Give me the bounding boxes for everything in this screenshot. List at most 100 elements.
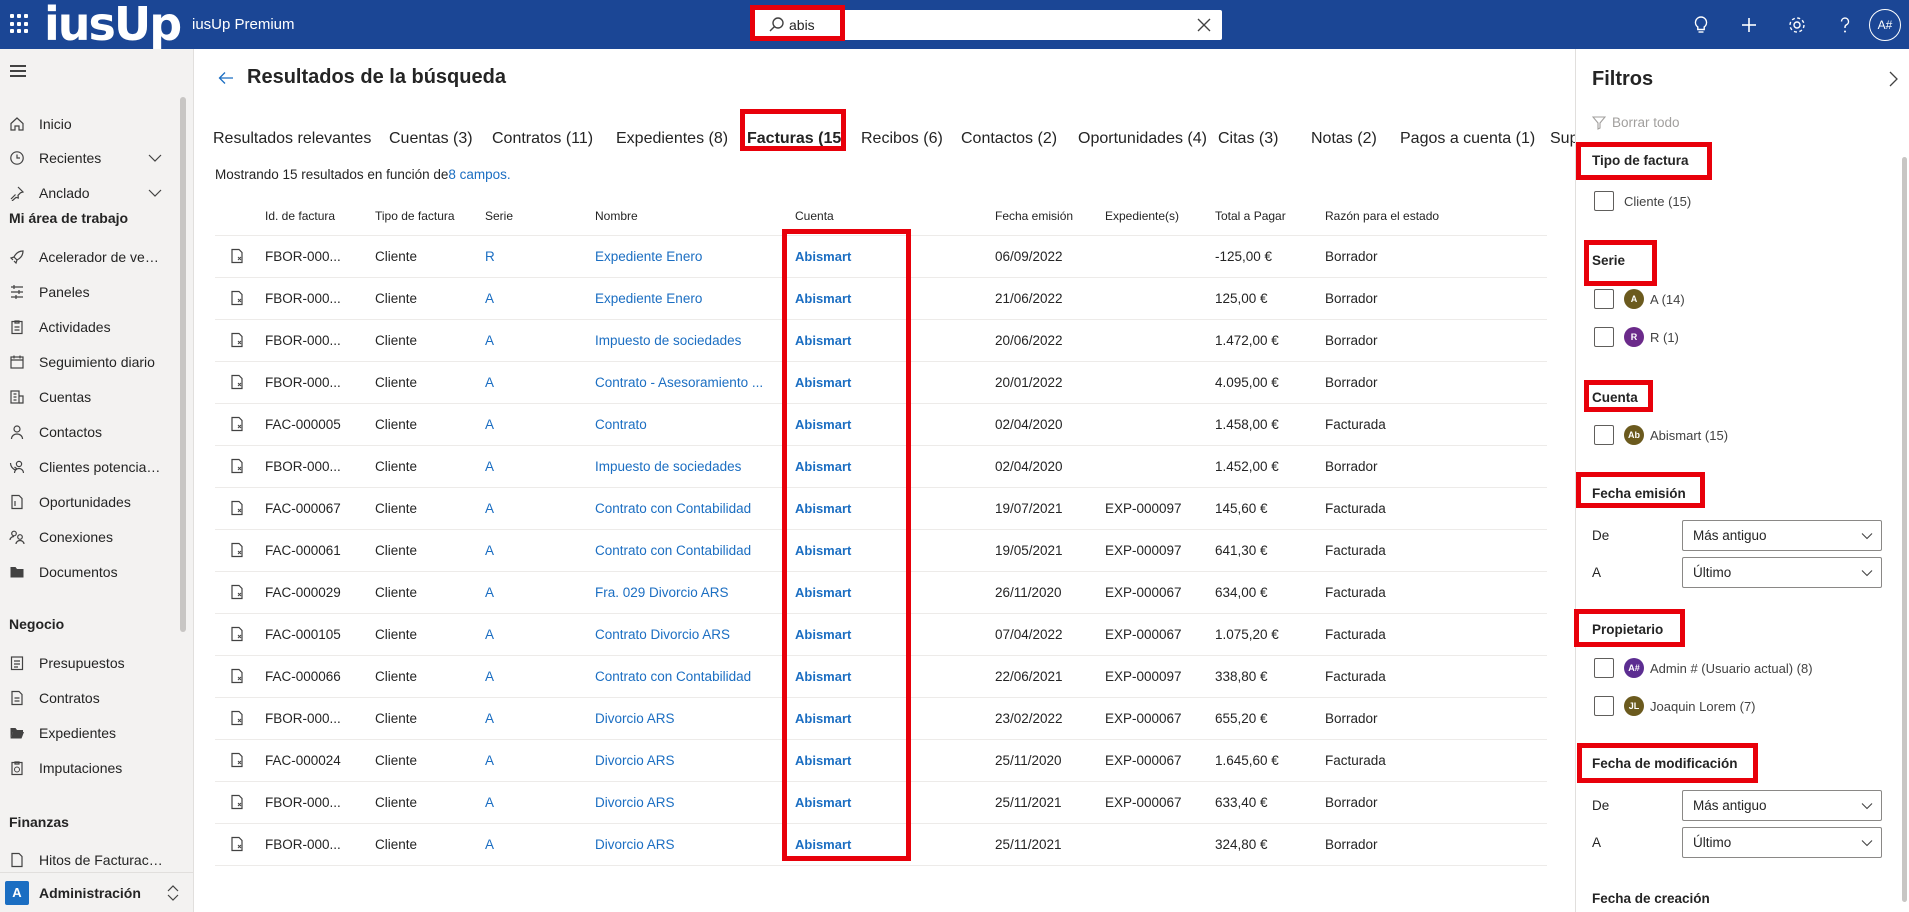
cell-nombre[interactable]: Contrato Divorcio ARS bbox=[595, 613, 795, 656]
help-icon[interactable] bbox=[1821, 0, 1869, 49]
cell-nombre[interactable]: Impuesto de sociedades bbox=[595, 319, 795, 362]
cell-cuenta[interactable]: Abismart bbox=[795, 361, 995, 404]
nav-item-cuentas[interactable]: Cuentas bbox=[0, 382, 180, 412]
cell-serie[interactable]: R bbox=[485, 235, 595, 278]
chevron-down-icon[interactable] bbox=[148, 186, 162, 200]
column-header[interactable]: Id. de factura bbox=[265, 197, 375, 236]
nav-item-expedientes[interactable]: Expedientes bbox=[0, 718, 180, 748]
cell-cuenta[interactable]: Abismart bbox=[795, 739, 995, 782]
cell-serie[interactable]: A bbox=[485, 571, 595, 614]
app-name[interactable]: iusUp Premium bbox=[192, 16, 295, 33]
checkbox[interactable] bbox=[1594, 327, 1614, 347]
area-switcher[interactable]: A Administración bbox=[0, 872, 194, 912]
cell-serie[interactable]: A bbox=[485, 823, 595, 866]
column-header[interactable]: Fecha emisión bbox=[995, 197, 1105, 236]
table-row[interactable]: FBOR-000... Cliente A Impuesto de sociedade… bbox=[215, 319, 1547, 362]
global-search-input[interactable]: abis bbox=[752, 10, 1222, 40]
cell-cuenta[interactable]: Abismart bbox=[795, 529, 995, 572]
fecha-emision-to-select[interactable]: Último bbox=[1682, 557, 1882, 588]
chevron-down-icon[interactable] bbox=[148, 151, 162, 165]
cell-nombre[interactable]: Fra. 029 Divorcio ARS bbox=[595, 571, 795, 614]
table-row[interactable]: FAC-000066 Cliente A Contrato con Contabili… bbox=[215, 655, 1547, 698]
chevron-right-icon[interactable] bbox=[1887, 69, 1901, 89]
cell-serie[interactable]: A bbox=[485, 739, 595, 782]
table-row[interactable]: FBOR-000... Cliente A Contrato - Asesoramie… bbox=[215, 361, 1547, 404]
cell-cuenta[interactable]: Abismart bbox=[795, 655, 995, 698]
nav-item-contratos[interactable]: Contratos bbox=[0, 683, 180, 713]
cell-serie[interactable]: A bbox=[485, 445, 595, 488]
tab-resultados-relevantes[interactable]: Resultados relevantes bbox=[213, 121, 371, 157]
checkbox[interactable] bbox=[1594, 289, 1614, 309]
tab-recibos[interactable]: Recibos (6) bbox=[861, 121, 943, 157]
column-header[interactable]: Nombre bbox=[595, 197, 795, 236]
nav-item-imputaciones[interactable]: Imputaciones bbox=[0, 753, 180, 783]
column-header[interactable]: Total a Pagar bbox=[1215, 197, 1325, 236]
cell-cuenta[interactable]: Abismart bbox=[795, 823, 995, 866]
cell-nombre[interactable]: Impuesto de sociedades bbox=[595, 445, 795, 488]
table-row[interactable]: FBOR-000... Cliente A Impuesto de sociedade… bbox=[215, 445, 1547, 488]
cell-cuenta[interactable]: Abismart bbox=[795, 781, 995, 824]
gear-icon[interactable] bbox=[1773, 0, 1821, 49]
filter-option-admin[interactable]: A# Admin # (Usuario actual) (8) bbox=[1594, 658, 1813, 678]
cell-serie[interactable]: A bbox=[485, 655, 595, 698]
back-arrow-icon[interactable] bbox=[217, 69, 235, 87]
table-row[interactable]: FBOR-000... Cliente A Divorcio ARS Abismart 2… bbox=[215, 697, 1547, 740]
nav-item-inicio[interactable]: Inicio bbox=[0, 109, 180, 139]
nav-item-actividades[interactable]: Actividades bbox=[0, 312, 180, 342]
nav-item-recientes[interactable]: Recientes bbox=[0, 143, 180, 173]
cell-nombre[interactable]: Divorcio ARS bbox=[595, 739, 795, 782]
checkbox[interactable] bbox=[1594, 658, 1614, 678]
cell-serie[interactable]: A bbox=[485, 487, 595, 530]
nav-item-hitos-facturacion[interactable]: Hitos de Facturación bbox=[0, 845, 180, 875]
cell-nombre[interactable]: Contrato con Contabilidad bbox=[595, 655, 795, 698]
app-launcher-icon[interactable] bbox=[10, 14, 30, 34]
cell-nombre[interactable]: Divorcio ARS bbox=[595, 823, 795, 866]
cell-cuenta[interactable]: Abismart bbox=[795, 277, 995, 320]
cell-nombre[interactable]: Divorcio ARS bbox=[595, 781, 795, 824]
filter-option-serie-a[interactable]: A A (14) bbox=[1594, 289, 1685, 309]
nav-item-acelerador[interactable]: Acelerador de ventas bbox=[0, 242, 180, 272]
hamburger-menu-icon[interactable] bbox=[10, 65, 26, 77]
nav-item-contactos[interactable]: Contactos bbox=[0, 417, 180, 447]
tab-contratos[interactable]: Contratos (11) bbox=[492, 121, 593, 157]
cell-cuenta[interactable]: Abismart bbox=[795, 487, 995, 530]
column-header[interactable]: Tipo de factura bbox=[375, 197, 485, 236]
cell-serie[interactable]: A bbox=[485, 529, 595, 572]
cell-serie[interactable]: A bbox=[485, 613, 595, 656]
column-header[interactable]: Razón para el estado bbox=[1325, 197, 1547, 236]
cell-nombre[interactable]: Contrato bbox=[595, 403, 795, 446]
tab-citas[interactable]: Citas (3) bbox=[1218, 121, 1278, 157]
table-row[interactable]: FAC-000005 Cliente A Contrato Abismart 02/04/… bbox=[215, 403, 1547, 446]
column-header[interactable]: Cuenta bbox=[795, 197, 995, 236]
cell-nombre[interactable]: Divorcio ARS bbox=[595, 697, 795, 740]
tab-facturas[interactable]: Facturas (15) bbox=[747, 121, 847, 157]
table-row[interactable]: FBOR-000... Cliente A Divorcio ARS Abismart 2… bbox=[215, 823, 1547, 866]
column-header[interactable]: Expediente(s) bbox=[1105, 197, 1215, 236]
nav-item-paneles[interactable]: Paneles bbox=[0, 277, 180, 307]
tab-cuentas[interactable]: Cuentas (3) bbox=[389, 121, 473, 157]
cell-cuenta[interactable]: Abismart bbox=[795, 235, 995, 278]
table-row[interactable]: FAC-000105 Cliente A Contrato Divorcio ARS A… bbox=[215, 613, 1547, 656]
clear-all-button[interactable]: Borrar todo bbox=[1592, 115, 1680, 130]
fecha-emision-from-select[interactable]: Más antiguo bbox=[1682, 520, 1882, 551]
close-icon[interactable] bbox=[1194, 15, 1214, 35]
table-row[interactable]: FAC-000067 Cliente A Contrato con Contabili… bbox=[215, 487, 1547, 530]
tab-expedientes[interactable]: Expedientes (8) bbox=[616, 121, 728, 157]
cell-cuenta[interactable]: Abismart bbox=[795, 613, 995, 656]
cell-cuenta[interactable]: Abismart bbox=[795, 697, 995, 740]
fecha-modificacion-to-select[interactable]: Último bbox=[1682, 827, 1882, 858]
cell-nombre[interactable]: Contrato con Contabilidad bbox=[595, 529, 795, 572]
cell-serie[interactable]: A bbox=[485, 319, 595, 362]
column-header[interactable]: Serie bbox=[485, 197, 595, 236]
tab-pagos-a-cuenta[interactable]: Pagos a cuenta (1) bbox=[1400, 121, 1535, 157]
plus-icon[interactable] bbox=[1725, 0, 1773, 49]
checkbox[interactable] bbox=[1594, 696, 1614, 716]
table-row[interactable]: FAC-000061 Cliente A Contrato con Contabili… bbox=[215, 529, 1547, 572]
cell-serie[interactable]: A bbox=[485, 361, 595, 404]
tab-oportunidades[interactable]: Oportunidades (4) bbox=[1078, 121, 1207, 157]
checkbox[interactable] bbox=[1594, 191, 1614, 211]
nav-item-presupuestos[interactable]: Presupuestos bbox=[0, 648, 180, 678]
fecha-modificacion-from-select[interactable]: Más antiguo bbox=[1682, 790, 1882, 821]
result-info-link[interactable]: 8 campos. bbox=[448, 167, 510, 182]
cell-serie[interactable]: A bbox=[485, 697, 595, 740]
